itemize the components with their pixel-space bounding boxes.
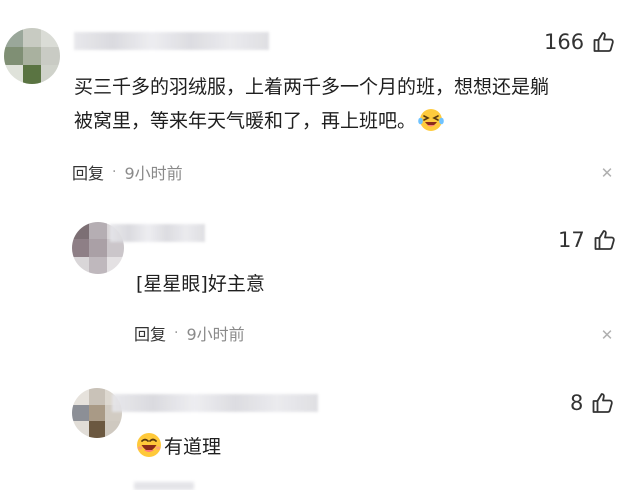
thumbs-up-icon <box>592 393 614 413</box>
like-button[interactable]: 166 <box>544 30 616 54</box>
comment-item: 17 [星星眼]好主意 回复 · 9小时前 ✕ <box>0 200 636 360</box>
like-count: 166 <box>544 30 585 54</box>
like-count: 8 <box>570 391 584 415</box>
reply-button[interactable]: 回复 <box>134 321 166 345</box>
close-icon[interactable]: ✕ <box>600 328 614 343</box>
timestamp: 9小时前 <box>186 325 245 344</box>
like-count: 17 <box>558 228 585 252</box>
comment-meta: 回复 · 9小时前 <box>134 321 245 345</box>
comment-text: 有道理 <box>134 430 221 464</box>
reply-button[interactable]: 回复 <box>72 160 104 184</box>
username[interactable] <box>112 394 318 412</box>
close-icon[interactable]: ✕ <box>600 166 614 181</box>
thumbs-up-icon <box>594 230 615 250</box>
comment-item: 166 买三千多的羽绒服，上着两千多一个月的班，想想还是躺 被窝里，等来年天气暖… <box>0 0 636 200</box>
separator: · <box>112 164 117 180</box>
comment-text-line: 买三千多的羽绒服，上着两千多一个月的班，想想还是躺 <box>74 76 550 98</box>
like-button[interactable]: 17 <box>558 228 617 252</box>
comment-meta: 回复 · 9小时前 <box>72 160 183 184</box>
comment-text-content: 有道理 <box>164 436 222 458</box>
laughing-emoji-icon <box>418 109 444 131</box>
thumbs-up-icon <box>593 32 614 52</box>
separator: · <box>174 325 179 341</box>
avatar[interactable] <box>4 28 60 84</box>
cut-off-meta <box>134 482 194 490</box>
like-button[interactable]: 8 <box>570 391 615 415</box>
comment-text-line: 被窝里，等来年天气暖和了，再上班吧。 <box>74 104 614 138</box>
comment-text: 买三千多的羽绒服，上着两千多一个月的班，想想还是躺 被窝里，等来年天气暖和了，再… <box>74 70 614 138</box>
grinning-emoji-icon <box>137 433 161 457</box>
comment-text-line-2: 被窝里，等来年天气暖和了，再上班吧。 <box>74 110 417 132</box>
comment-item: 8 有道理 <box>0 360 636 490</box>
comment-text: [星星眼]好主意 <box>136 273 265 295</box>
username[interactable] <box>74 32 269 50</box>
username[interactable] <box>110 224 205 242</box>
timestamp: 9小时前 <box>124 164 183 183</box>
